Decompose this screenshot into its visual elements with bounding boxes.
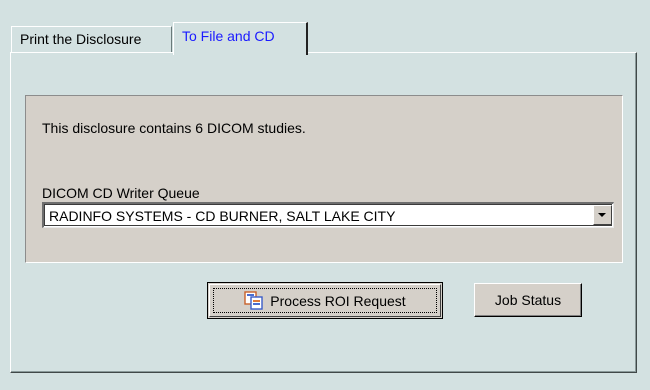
disclosure-window: Print the Disclosure To File and CD This…	[0, 0, 650, 390]
copy-documents-icon	[244, 290, 264, 311]
disclosure-panel: This disclosure contains 6 DICOM studies…	[25, 95, 623, 263]
tab-print-label: Print the Disclosure	[20, 31, 142, 47]
disclosure-info-text: This disclosure contains 6 DICOM studies…	[42, 120, 306, 136]
button-content: Process ROI Request	[208, 283, 442, 318]
cd-writer-queue-value: RADINFO SYSTEMS - CD BURNER, SALT LAKE C…	[49, 208, 396, 224]
process-roi-request-label: Process ROI Request	[270, 292, 406, 309]
tab-file-cd-label: To File and CD	[182, 28, 275, 44]
chevron-down-icon	[598, 213, 606, 217]
job-status-button[interactable]: Job Status	[474, 283, 582, 317]
dropdown-button[interactable]	[593, 205, 612, 225]
job-status-label: Job Status	[494, 292, 562, 308]
tab-to-file-and-cd[interactable]: To File and CD	[173, 22, 308, 55]
process-roi-request-button[interactable]: Process ROI Request	[207, 282, 443, 319]
tab-page-to-file-and-cd: This disclosure contains 6 DICOM studies…	[10, 52, 637, 373]
tab-print-the-disclosure[interactable]: Print the Disclosure	[11, 26, 172, 52]
cd-writer-queue-select[interactable]: RADINFO SYSTEMS - CD BURNER, SALT LAKE C…	[42, 202, 614, 228]
cd-writer-queue-label: DICOM CD Writer Queue	[42, 185, 200, 201]
